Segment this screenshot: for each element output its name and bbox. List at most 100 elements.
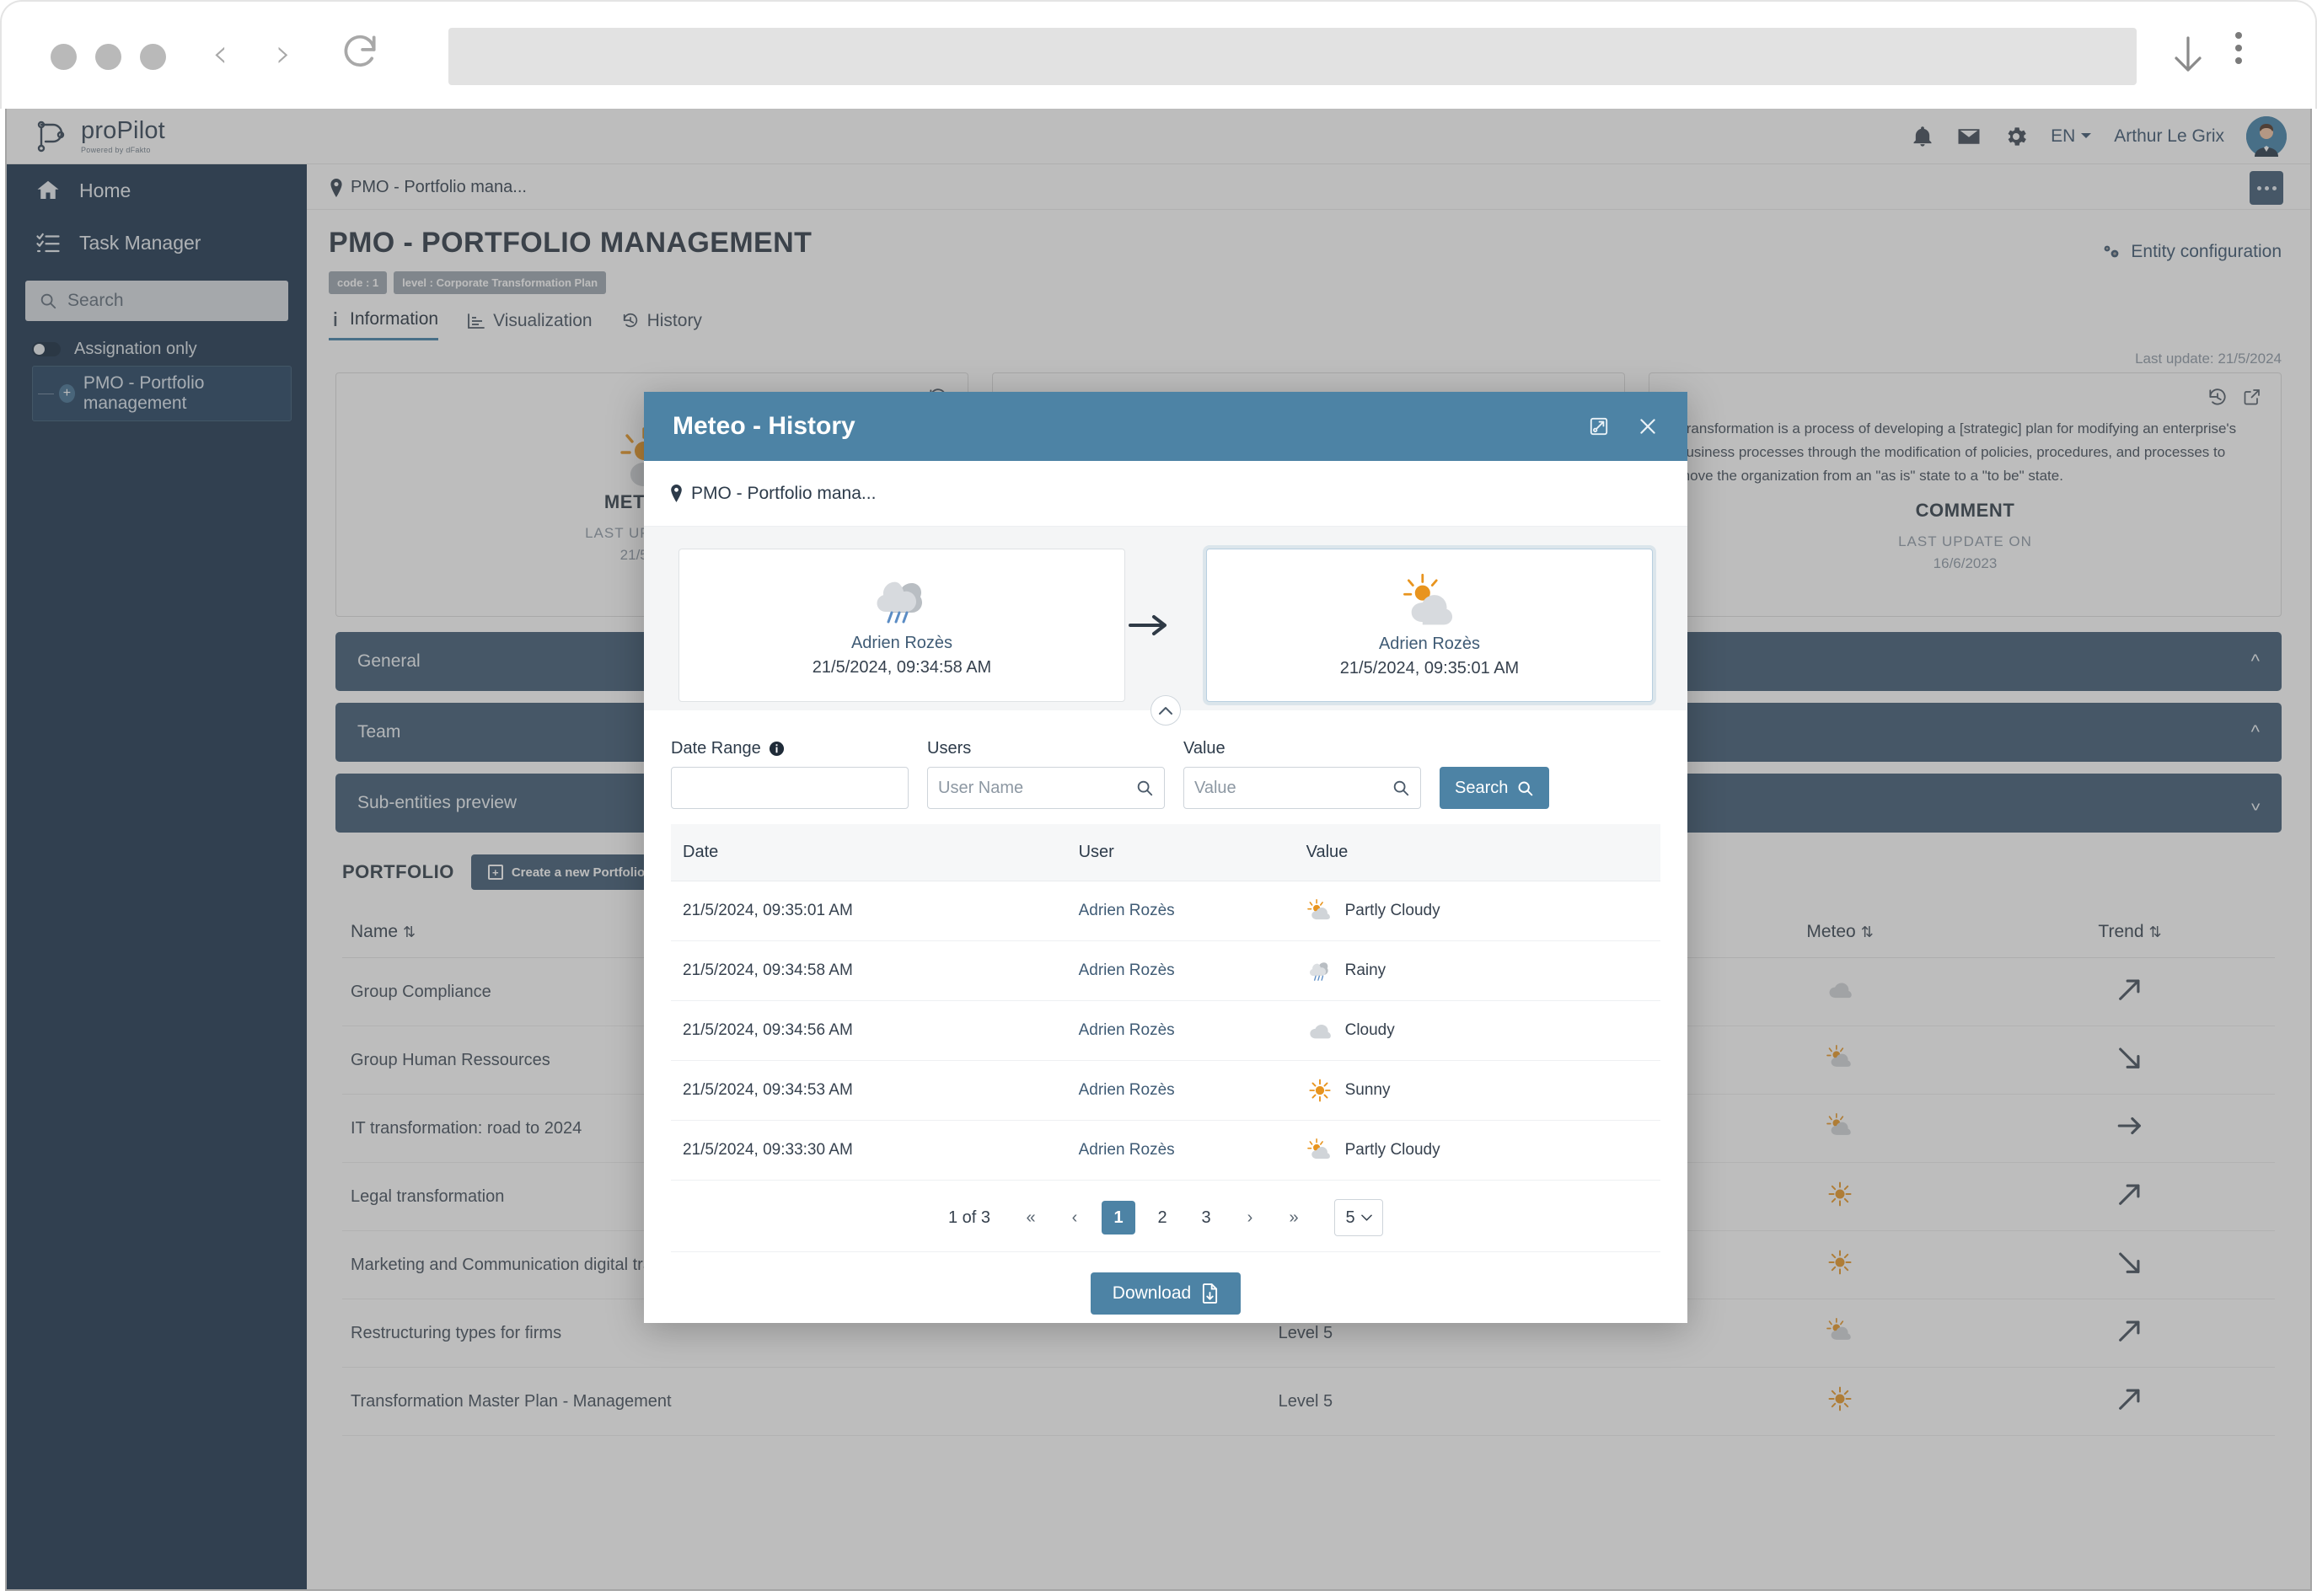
partly-cloudy-icon xyxy=(1306,1138,1333,1162)
value-label: Partly Cloudy xyxy=(1344,1141,1440,1159)
download-button[interactable]: Download xyxy=(1090,1272,1242,1315)
value-label: Cloudy xyxy=(1344,1021,1395,1039)
address-bar[interactable] xyxy=(448,28,2137,85)
close-window-dot[interactable] xyxy=(51,44,77,70)
compare-user: Adrien Rozès xyxy=(1378,635,1481,653)
table-row[interactable]: 21/5/2024, 09:34:58 AM Adrien Rozès Rainy xyxy=(671,940,1660,1001)
cell-user[interactable]: Adrien Rozès xyxy=(1066,881,1295,941)
expand-window-icon[interactable] xyxy=(1588,415,1610,437)
close-icon[interactable] xyxy=(1637,415,1659,437)
search-icon[interactable] xyxy=(1135,779,1154,797)
modal-breadcrumb-label: PMO - Portfolio mana... xyxy=(691,483,877,503)
compare-card-from[interactable]: Adrien Rozès 21/5/2024, 09:34:58 AM xyxy=(678,549,1125,702)
filter-value: Value Value xyxy=(1183,739,1421,809)
cell-user[interactable]: Adrien Rozès xyxy=(1066,1060,1295,1121)
chevron-down-icon xyxy=(1360,1214,1372,1221)
pagination-prev[interactable]: ‹ xyxy=(1058,1201,1091,1234)
pagination-page-2[interactable]: 2 xyxy=(1145,1201,1179,1234)
column-header-value[interactable]: Value xyxy=(1294,824,1660,881)
users-label: Users xyxy=(927,739,972,758)
page-size-select[interactable]: 5 xyxy=(1334,1199,1384,1236)
cell-value: Sunny xyxy=(1294,1060,1660,1121)
back-icon[interactable]: ‹ xyxy=(212,34,228,72)
search-button[interactable]: Search xyxy=(1440,767,1550,809)
cell-date: 21/5/2024, 09:33:30 AM xyxy=(671,1120,1067,1181)
history-table-body: 21/5/2024, 09:35:01 AM Adrien Rozès Partly… xyxy=(671,881,1660,1181)
cell-value: Partly Cloudy xyxy=(1294,881,1660,941)
pagination-last[interactable]: » xyxy=(1277,1201,1311,1234)
modal-filters: Date Range Users User Name Value Value S… xyxy=(644,710,1687,824)
history-table: Date User Value 21/5/2024, 09:35:01 AM Ad… xyxy=(671,824,1660,1181)
page-size-value: 5 xyxy=(1345,1208,1355,1227)
modal-breadcrumb: PMO - Portfolio mana... xyxy=(644,461,1687,527)
collapse-compare-button[interactable] xyxy=(1150,695,1181,726)
compare-date: 21/5/2024, 09:35:01 AM xyxy=(1339,659,1520,677)
file-download-icon xyxy=(1201,1283,1219,1304)
history-table-header: Date User Value xyxy=(671,824,1660,881)
modal-header: Meteo - History xyxy=(644,392,1687,461)
search-icon xyxy=(1516,779,1534,797)
modal-header-actions xyxy=(1588,415,1659,437)
download-arrow-icon[interactable] xyxy=(2168,32,2208,81)
partly-cloudy-icon xyxy=(1306,899,1333,923)
users-placeholder: User Name xyxy=(938,778,1024,797)
value-label: Value xyxy=(1183,739,1226,758)
compare-date: 21/5/2024, 09:34:58 AM xyxy=(812,658,992,677)
location-pin-icon xyxy=(669,485,684,502)
cell-user[interactable]: Adrien Rozès xyxy=(1066,940,1295,1001)
pagination-page-3[interactable]: 3 xyxy=(1189,1201,1223,1234)
download-button-label: Download xyxy=(1112,1283,1192,1303)
kebab-menu-icon[interactable] xyxy=(2235,32,2242,64)
cell-user[interactable]: Adrien Rozès xyxy=(1066,1120,1295,1181)
table-row[interactable]: 21/5/2024, 09:34:53 AM Adrien Rozès Sunny xyxy=(671,1060,1660,1121)
chevron-up-icon xyxy=(1159,706,1172,715)
cell-date: 21/5/2024, 09:34:56 AM xyxy=(671,1000,1067,1061)
pagination: 1 of 3 « ‹ 1 2 3 › » 5 xyxy=(671,1181,1660,1252)
rainy-icon xyxy=(1306,959,1333,983)
pagination-summary: 1 of 3 xyxy=(947,1208,991,1227)
cell-date: 21/5/2024, 09:34:53 AM xyxy=(671,1060,1067,1121)
info-badge-icon[interactable] xyxy=(769,741,785,757)
cell-value: Rainy xyxy=(1294,940,1660,1001)
column-header-date[interactable]: Date xyxy=(671,824,1067,881)
minimize-window-dot[interactable] xyxy=(95,44,121,70)
cell-date: 21/5/2024, 09:34:58 AM xyxy=(671,940,1067,1001)
forward-icon[interactable]: › xyxy=(276,34,291,72)
table-row[interactable]: 21/5/2024, 09:35:01 AM Adrien Rozès Partly… xyxy=(671,881,1660,941)
compare-user: Adrien Rozès xyxy=(850,634,953,652)
date-range-label: Date Range xyxy=(671,739,909,758)
value-label: Sunny xyxy=(1344,1081,1391,1099)
table-row[interactable]: 21/5/2024, 09:33:30 AM Adrien Rozès Partly… xyxy=(671,1120,1660,1181)
modal-title: Meteo - History xyxy=(673,412,855,440)
compare-panel: Adrien Rozès 21/5/2024, 09:34:58 AM Adri… xyxy=(644,527,1687,726)
reload-icon[interactable] xyxy=(339,30,381,72)
maximize-window-dot[interactable] xyxy=(140,44,166,70)
table-row[interactable]: 21/5/2024, 09:34:56 AM Adrien Rozès Cloudy xyxy=(671,1000,1660,1061)
meteo-history-modal: Meteo - History PMO - Portfolio mana... … xyxy=(644,392,1687,1323)
value-label: Partly Cloudy xyxy=(1344,902,1440,919)
cell-date: 21/5/2024, 09:35:01 AM xyxy=(671,881,1067,941)
browser-chrome: ‹ › xyxy=(0,0,2317,109)
value-input[interactable]: Value xyxy=(1183,767,1421,809)
users-input[interactable]: User Name xyxy=(927,767,1165,809)
filter-users: Users User Name xyxy=(927,739,1165,809)
arrow-right-icon xyxy=(1125,611,1206,640)
pagination-next[interactable]: › xyxy=(1233,1201,1267,1234)
window-controls[interactable] xyxy=(51,44,166,70)
cell-user[interactable]: Adrien Rozès xyxy=(1066,1000,1295,1061)
history-table-wrapper: Date User Value 21/5/2024, 09:35:01 AM Ad… xyxy=(671,824,1660,1181)
pagination-first[interactable]: « xyxy=(1014,1201,1048,1234)
value-placeholder: Value xyxy=(1194,778,1236,797)
sunny-icon xyxy=(1306,1079,1333,1102)
date-range-input[interactable] xyxy=(671,767,909,809)
date-range-label-text: Date Range xyxy=(671,739,761,758)
screen: ‹ › proPilot Powered by dFakto EN Arthur… xyxy=(0,0,2317,1596)
partly-cloudy-icon xyxy=(1397,572,1462,626)
column-header-user[interactable]: User xyxy=(1066,824,1295,881)
filter-date-range: Date Range xyxy=(671,739,909,809)
search-icon[interactable] xyxy=(1392,779,1410,797)
compare-card-to[interactable]: Adrien Rozès 21/5/2024, 09:35:01 AM xyxy=(1206,549,1653,702)
cell-value: Cloudy xyxy=(1294,1000,1660,1061)
rainy-icon xyxy=(873,573,931,625)
pagination-page-1[interactable]: 1 xyxy=(1102,1201,1136,1234)
